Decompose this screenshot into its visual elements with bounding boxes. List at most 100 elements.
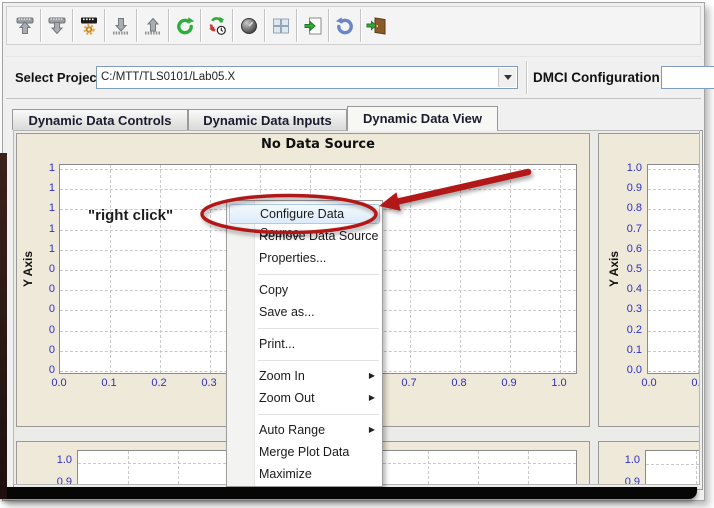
y-tick-label: 0.3 — [626, 303, 642, 316]
combo-dropdown-arrow-icon[interactable] — [498, 68, 516, 87]
y-tick-label: 0 — [48, 343, 55, 356]
menu-item-configure-data-source[interactable]: Configure Data Source — [229, 204, 380, 240]
gridline-vertical — [178, 451, 179, 484]
gridline-vertical — [410, 165, 411, 373]
gridline-horizontal — [60, 169, 576, 170]
y-tick-label: 1 — [48, 222, 55, 235]
gridline-vertical — [478, 451, 479, 484]
gridline-horizontal — [648, 270, 699, 271]
submenu-arrow-icon: ▶ — [368, 371, 375, 380]
gridline-vertical — [698, 165, 699, 373]
y-tick-label: 0 — [48, 364, 55, 376]
timed-refresh-icon[interactable] — [201, 9, 233, 42]
menu-item-remove-data-source[interactable]: Remove Data Source — [227, 225, 382, 247]
right-click-annotation-text: "right click" — [88, 207, 174, 224]
menu-separator — [227, 269, 382, 279]
y-tick-label: 1 — [48, 162, 55, 174]
select-project-label: Select Project — [15, 70, 101, 85]
menu-item-print[interactable]: Print... — [227, 333, 382, 355]
submenu-arrow-icon: ▶ — [368, 393, 375, 402]
gridline-horizontal — [648, 169, 699, 170]
screenshot-bottom-edge — [0, 487, 697, 499]
project-select-combobox[interactable]: C:/MTT/TLS0101/Lab05.X — [96, 66, 518, 89]
submenu-arrow-icon: ▶ — [368, 425, 375, 434]
plot-area[interactable] — [645, 450, 699, 484]
y-tick-label: 0.0 — [626, 364, 642, 376]
gridline-vertical — [210, 165, 211, 373]
arrow-down-from-device-icon[interactable] — [41, 9, 73, 42]
gridline-horizontal — [648, 189, 699, 191]
menu-item-save-as[interactable]: Save as... — [227, 301, 382, 323]
y-tick-label: 0.7 — [626, 222, 642, 235]
reset-icon[interactable] — [329, 9, 361, 42]
menu-item-auto-range[interactable]: Auto Range ▶ — [227, 419, 382, 441]
chart-panel-top-right: Y Axis 1.0 0.9 0.8 0.7 0.6 0.5 0.4 0.3 0.2 0.1 0.0… — [598, 133, 699, 427]
menu-item-maximize[interactable]: Maximize — [227, 463, 382, 485]
menu-separator — [227, 355, 382, 365]
y-tick-label: 0 — [48, 303, 55, 316]
y-tick-label: 1 — [48, 242, 55, 255]
gridline-horizontal — [648, 290, 699, 292]
y-tick-label: 0.5 — [626, 263, 642, 275]
y-tick-label: 0.9 — [624, 476, 640, 485]
x-tick-label: 1.0 — [551, 377, 567, 389]
tab-dynamic-data-view[interactable]: Dynamic Data View — [347, 106, 498, 131]
gridline-vertical — [560, 165, 561, 373]
y-tick-label: 0 — [48, 323, 55, 336]
x-tick-label: 0.2 — [151, 377, 167, 389]
gridline-vertical — [428, 451, 429, 484]
chart-panel-bottom-right: 1.0 0.9 — [598, 441, 699, 485]
gridline-vertical — [110, 165, 111, 373]
x-tick-label: 0.0 — [641, 377, 657, 389]
window-grid-icon[interactable] — [265, 9, 297, 42]
gridline-horizontal — [646, 464, 699, 465]
gridline-horizontal — [648, 229, 699, 231]
plot-area[interactable] — [647, 164, 699, 374]
gridline-vertical — [696, 451, 697, 484]
y-tick-label: 1.0 — [56, 454, 72, 466]
gridline-horizontal — [648, 330, 699, 332]
dmci-configuration-field[interactable] — [661, 66, 714, 89]
menu-separator — [227, 323, 382, 333]
y-tick-label: 0.8 — [626, 202, 642, 215]
context-menu: Configure Data Source Remove Data Source P… — [226, 200, 383, 487]
knob-icon[interactable] — [233, 9, 265, 42]
y-tick-label: 0.9 — [56, 476, 72, 485]
gridline-horizontal — [648, 209, 699, 211]
y-tick-label: 1 — [48, 182, 55, 195]
menu-separator — [227, 409, 382, 419]
chart-title: No Data Source — [261, 137, 375, 152]
gridline-vertical — [510, 165, 511, 373]
y-tick-label: 0 — [48, 283, 55, 296]
y-tick-label: 0.2 — [626, 323, 642, 336]
main-toolbar — [6, 6, 701, 45]
program-device-icon[interactable] — [73, 9, 105, 42]
arrow-up-to-device-icon[interactable] — [9, 9, 41, 42]
y-tick-label: 0 — [48, 263, 55, 275]
menu-item-properties[interactable]: Properties... — [227, 247, 382, 269]
gridline-horizontal — [648, 249, 699, 251]
menu-item-merge-plot-data[interactable]: Merge Plot Data — [227, 441, 382, 463]
write-to-memory-icon[interactable] — [105, 9, 137, 42]
gridline-vertical — [460, 165, 461, 373]
x-tick-label: 0.8 — [451, 377, 467, 389]
tab-dynamic-data-controls[interactable]: Dynamic Data Controls — [12, 109, 188, 130]
project-bar: Select Project C:/MTT/TLS0101/Lab05.X DM… — [6, 56, 714, 99]
y-tick-label: 1 — [48, 202, 55, 215]
y-tick-label: 0.4 — [626, 283, 642, 296]
gridline-horizontal — [60, 189, 576, 191]
gridline-horizontal — [648, 371, 699, 372]
y-tick-label: 1.0 — [626, 162, 642, 174]
menu-item-zoom-out[interactable]: Zoom Out ▶ — [227, 387, 382, 409]
gridline-vertical — [528, 451, 529, 484]
menu-item-copy[interactable]: Copy — [227, 279, 382, 301]
exit-icon[interactable] — [361, 9, 392, 42]
import-data-icon[interactable] — [297, 9, 329, 42]
y-tick-label: 0.9 — [626, 182, 642, 195]
menu-item-zoom-in[interactable]: Zoom In ▶ — [227, 365, 382, 387]
gridline-horizontal — [648, 350, 699, 352]
x-tick-label: 0.0 — [51, 377, 67, 389]
refresh-icon[interactable] — [169, 9, 201, 42]
tab-dynamic-data-inputs[interactable]: Dynamic Data Inputs — [188, 109, 347, 130]
read-from-memory-icon[interactable] — [137, 9, 169, 42]
